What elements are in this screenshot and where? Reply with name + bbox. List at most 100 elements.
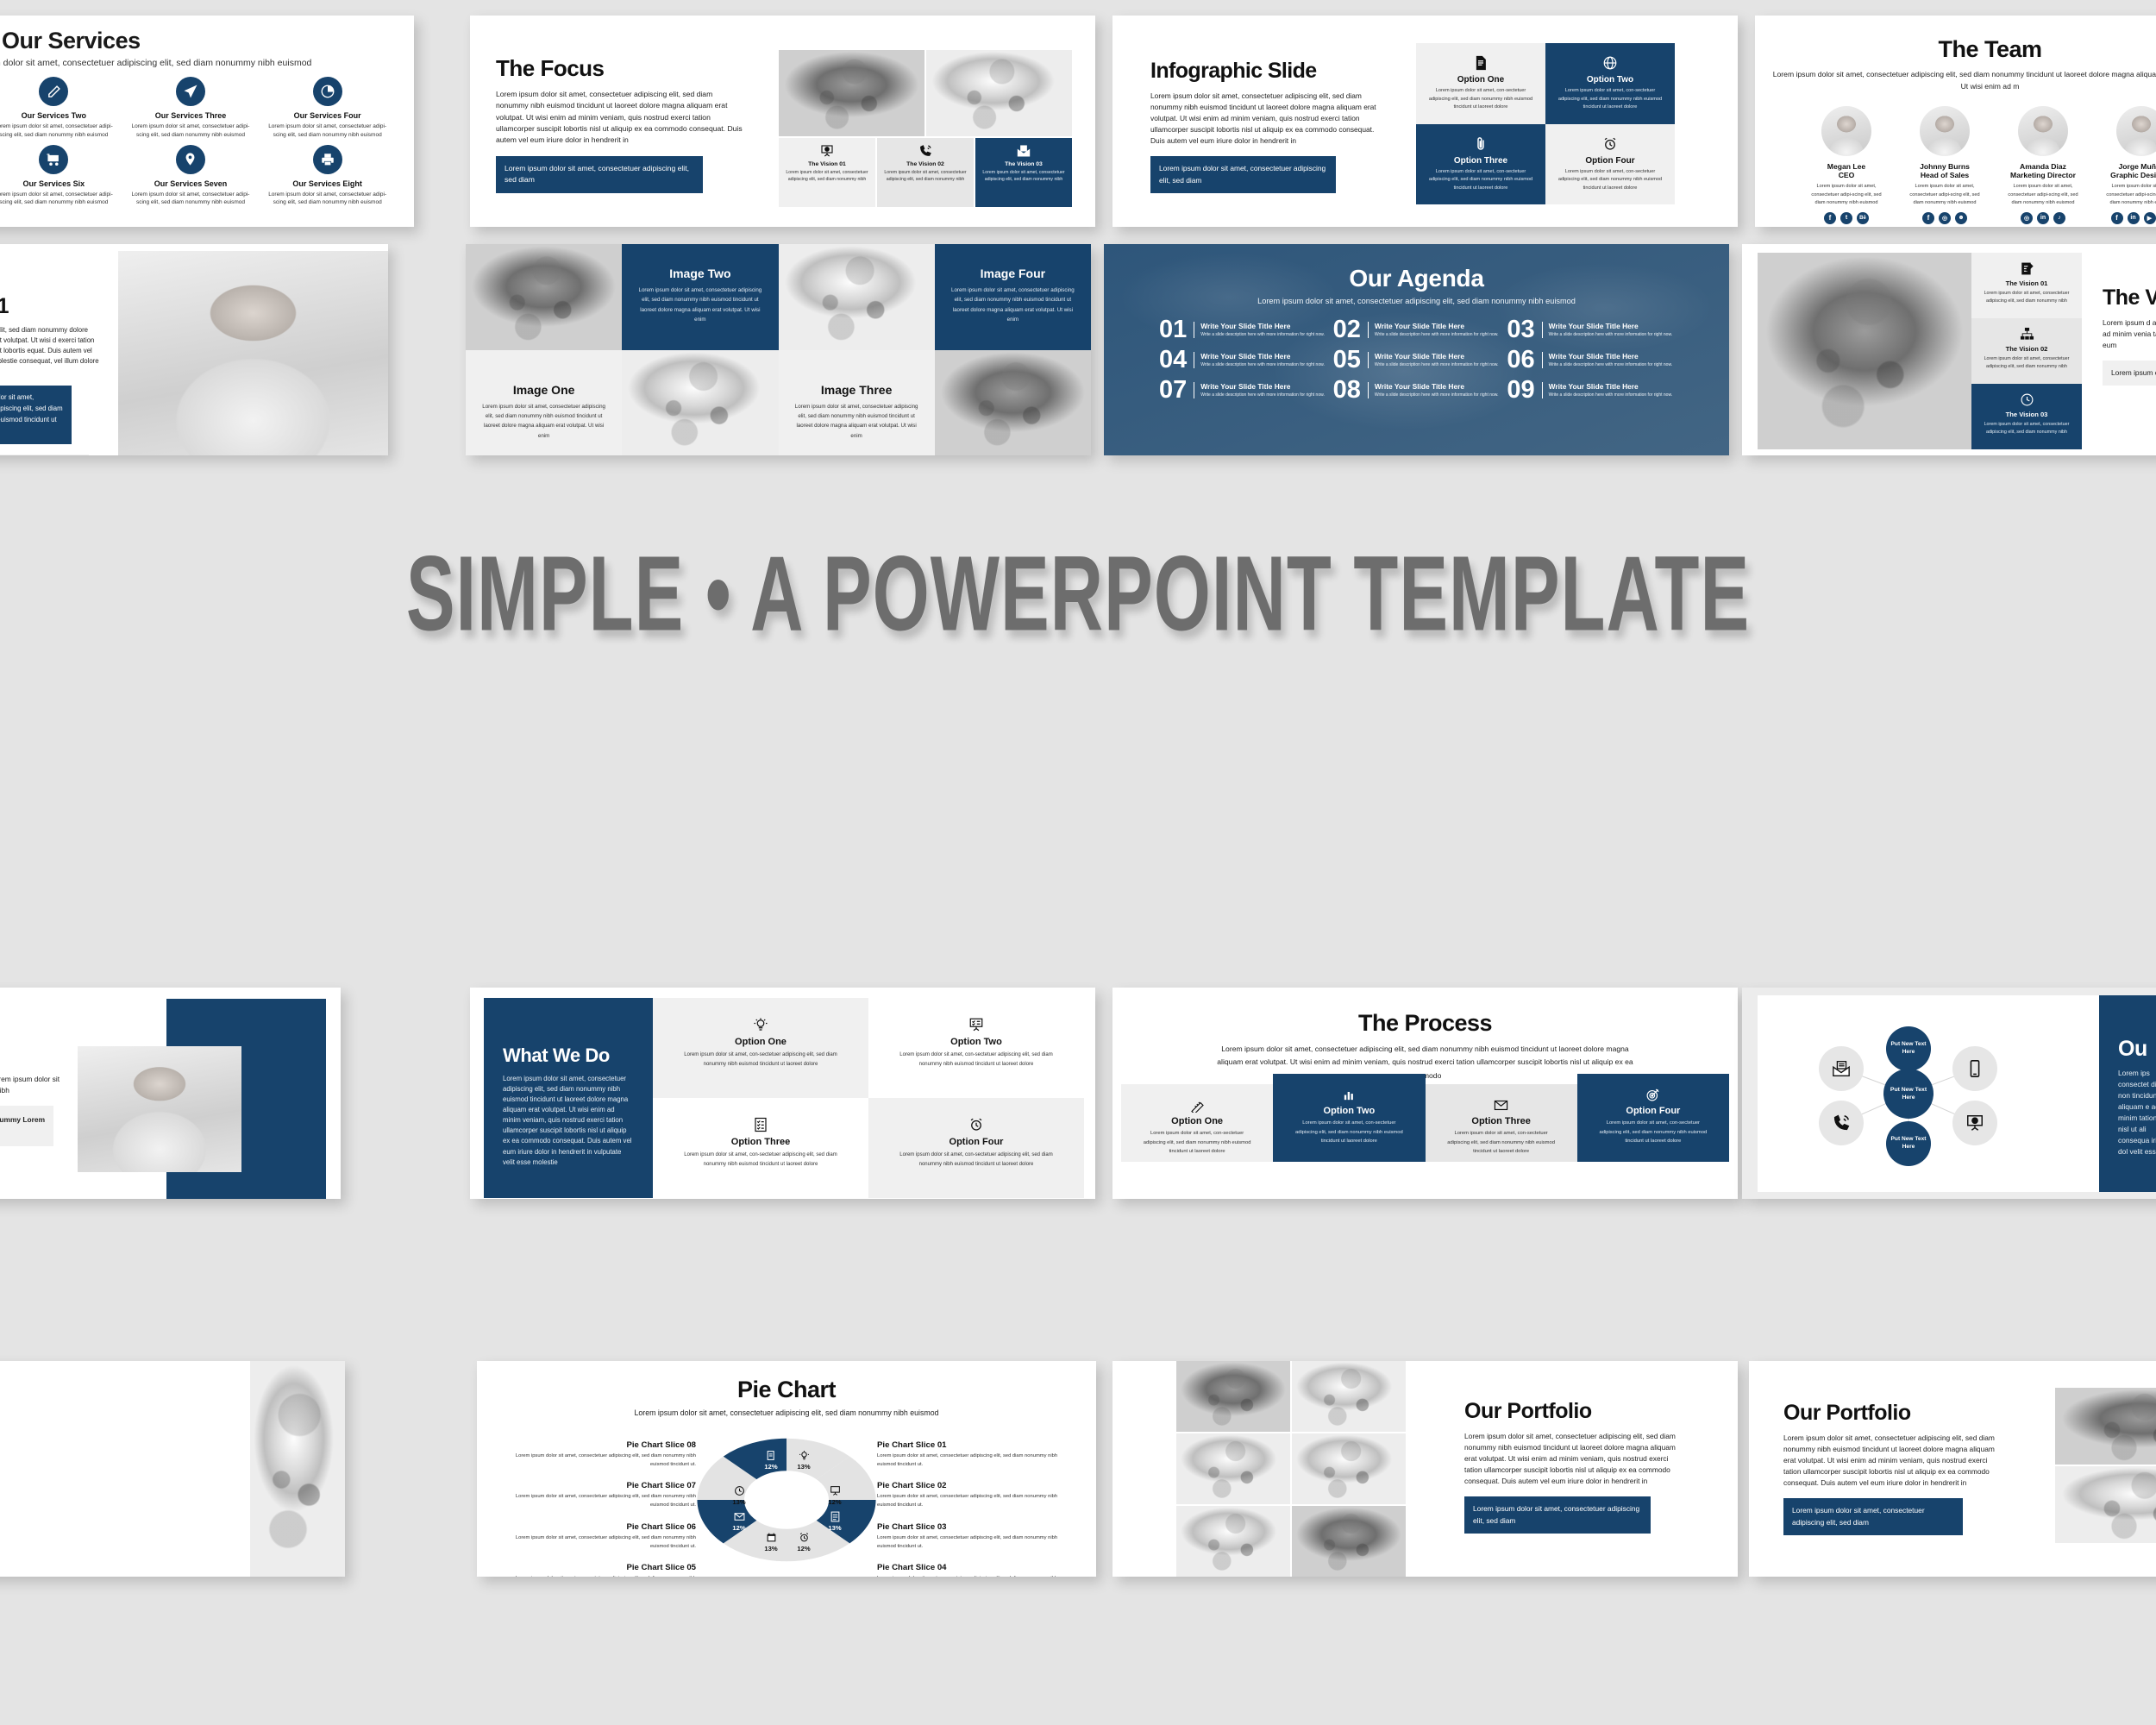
twitter-icon[interactable]: t — [1840, 211, 1852, 224]
pie-slice-01[interactable]: 13% — [789, 1450, 818, 1471]
option-card[interactable]: Option Three Lorem ipsum dolor sit amet,… — [1416, 123, 1545, 204]
team-member[interactable]: Jorge Muñoz Graphic Designer Lorem ipsum… — [2102, 106, 2156, 224]
slide-the-vision[interactable]: The Vision 01 Lorem ipsum dolor sit amet… — [1742, 244, 2156, 455]
vision-card[interactable]: The Vision 01 Lorem ipsum dolor sit amet… — [1971, 253, 2082, 318]
team-member[interactable]: Amanda Diaz Marketing Director Lorem ips… — [2003, 106, 2083, 224]
slide-the-focus[interactable]: The Focus Lorem ipsum dolor sit amet, co… — [470, 16, 1095, 227]
presentation-chart-icon[interactable] — [1952, 1101, 1997, 1145]
pie-slice-07[interactable]: 13% — [724, 1485, 754, 1506]
agenda-item[interactable]: 03 Write Your Slide Title Here Write a s… — [1507, 317, 1674, 342]
slide-our-services[interactable]: Our Services Lorem ipsum dolor sit amet,… — [0, 16, 414, 227]
pie-slice-04[interactable]: 12% — [789, 1532, 818, 1552]
agenda-item[interactable]: 07 Write Your Slide Title Here Write a s… — [1159, 378, 1326, 403]
vision-card[interactable]: The Vision 02 Lorem ipsum dolor sit amet… — [1971, 318, 2082, 384]
pie-legend-item[interactable]: Pie Chart Slice 04 Lorem ipsum dolor sit… — [877, 1563, 1075, 1577]
agenda-item[interactable]: 09 Write Your Slide Title Here Write a s… — [1507, 378, 1674, 403]
agenda-item[interactable]: 01 Write Your Slide Title Here Write a s… — [1159, 317, 1326, 342]
service-item[interactable]: Our Services Three Lorem ipsum dolor sit… — [127, 77, 255, 140]
slide-infographic[interactable]: Infographic Slide Lorem ipsum dolor sit … — [1112, 16, 1738, 227]
agenda-item[interactable]: 05 Write Your Slide Title Here Write a s… — [1333, 348, 1501, 373]
member-bio: Lorem ipsum dolor sit amet, consectetuer… — [2106, 184, 2156, 206]
pie-legend-item[interactable]: Pie Chart Slice 08 Lorem ipsum dolor sit… — [498, 1440, 696, 1469]
slide-image-grid[interactable]: Image Two Lorem ipsum dolor sit amet, co… — [466, 244, 1091, 455]
pie-slice-value: 13% — [828, 1524, 842, 1532]
linkedin-icon[interactable]: in — [2127, 211, 2140, 224]
slide-pie-chart[interactable]: Pie Chart Lorem ipsum dolor sit amet, co… — [477, 1361, 1096, 1577]
process-card[interactable]: Option Three Lorem ipsum dolor sit amet,… — [1425, 1084, 1577, 1162]
presentation-chart-icon — [820, 144, 834, 158]
vision-card[interactable]: The Vision 01 Lorem ipsum dolor sit amet… — [779, 138, 875, 207]
option-card[interactable]: Option One Lorem ipsum dolor sit amet, c… — [653, 998, 868, 1098]
vision-card[interactable]: The Vision 03 Lorem ipsum dolor sit amet… — [1971, 384, 2082, 449]
slide-the-team[interactable]: The Team Lorem ipsum dolor sit amet, con… — [1755, 16, 2156, 227]
agenda-item[interactable]: 04 Write Your Slide Title Here Write a s… — [1159, 348, 1326, 373]
pie-legend-item[interactable]: Pie Chart Slice 07 Lorem ipsum dolor sit… — [498, 1481, 696, 1509]
mobile-phone-icon[interactable] — [1952, 1046, 1997, 1091]
service-item[interactable]: Our Services Eight Lorem ipsum dolor sit… — [263, 144, 392, 208]
instagram-icon[interactable]: ◎ — [2021, 211, 2033, 224]
vision-card[interactable]: The Vision 03 Lorem ipsum dolor sit amet… — [975, 138, 1072, 207]
team-member[interactable]: Megan Lee CEO Lorem ipsum dolor sit amet… — [1807, 106, 1886, 224]
vision-card[interactable]: The Vision 02 Lorem ipsum dolor sit amet… — [877, 138, 974, 207]
option-card[interactable]: Option Three Lorem ipsum dolor sit amet,… — [653, 1098, 868, 1198]
hub-node-bottom[interactable]: Put New Text Here — [1886, 1121, 1931, 1166]
image-card-one[interactable]: Image One Lorem ipsum dolor sit amet, co… — [466, 349, 623, 455]
pie-slice-06[interactable]: 12% — [724, 1511, 754, 1532]
image-card-four[interactable]: Image Four Lorem ipsum dolor sit amet, c… — [934, 244, 1091, 350]
agenda-item-title: Write Your Slide Title Here — [1374, 381, 1465, 391]
pie-slice-08[interactable]: 12% — [756, 1450, 786, 1471]
snapchat-icon[interactable]: ☻ — [1955, 211, 1967, 224]
team-member[interactable]: Johnny Burns Head of Sales Lorem ipsum d… — [1905, 106, 1984, 224]
slide-slide-1[interactable]: Slide 1 ctetuer adipiscing elit, sed dia… — [0, 244, 388, 455]
slide-our-portfolio-b[interactable]: Our Portfolio Lorem ipsum dolor sit amet… — [1749, 1361, 2156, 1577]
agenda-item[interactable]: 02 Write Your Slide Title Here Write a s… — [1333, 317, 1501, 342]
service-item[interactable]: Our Services Four Lorem ipsum dolor sit … — [263, 77, 392, 140]
tiktok-icon[interactable]: ♪ — [2053, 211, 2065, 224]
youtube-icon[interactable]: ▶ — [2143, 211, 2156, 224]
hub-node-center[interactable]: Put New Text Here — [1883, 1069, 1934, 1119]
image-card-three[interactable]: Image Three Lorem ipsum dolor sit amet, … — [778, 349, 935, 455]
photo-sundae-cups — [466, 244, 623, 350]
process-card[interactable]: Option One Lorem ipsum dolor sit amet, c… — [1121, 1084, 1274, 1162]
service-item[interactable]: Our Services Seven Lorem ipsum dolor sit… — [127, 144, 255, 208]
slide-our-portfolio-a[interactable]: Our Portfolio Lorem ipsum dolor sit amet… — [1112, 1361, 1738, 1577]
linkedin-icon[interactable]: in — [2037, 211, 2049, 224]
option-card[interactable]: Option Four Lorem ipsum dolor sit amet, … — [1545, 123, 1675, 204]
image-card-two[interactable]: Image Two Lorem ipsum dolor sit amet, co… — [622, 244, 779, 350]
lightbulb-icon — [753, 1017, 768, 1032]
process-card[interactable]: Option Four Lorem ipsum dolor sit amet, … — [1576, 1074, 1729, 1162]
option-card[interactable]: Option One Lorem ipsum dolor sit amet, c… — [1416, 43, 1545, 124]
phone-ring-icon[interactable] — [1819, 1101, 1864, 1145]
pie-legend-item[interactable]: Pie Chart Slice 06 Lorem ipsum dolor sit… — [498, 1522, 696, 1551]
agenda-item[interactable]: 06 Write Your Slide Title Here Write a s… — [1507, 348, 1674, 373]
process-card[interactable]: Option Two Lorem ipsum dolor sit amet, c… — [1273, 1074, 1426, 1162]
slide-welcome[interactable]: me met, consectetuer adipiscing y Lorem … — [0, 988, 341, 1199]
option-card[interactable]: Option Two Lorem ipsum dolor sit amet, c… — [868, 998, 1084, 1098]
facebook-icon[interactable]: f — [2110, 211, 2123, 224]
agenda-item-title: Write Your Slide Title Here — [1374, 321, 1465, 330]
pie-slice-03[interactable]: 13% — [820, 1511, 849, 1532]
open-envelope-icon[interactable] — [1819, 1046, 1864, 1091]
slide-cover[interactable]: simple A Minimalist Presentation Templat… — [0, 1361, 345, 1577]
hub-node-top[interactable]: Put New Text Here — [1886, 1026, 1931, 1071]
service-item[interactable]: Our Services Two Lorem ipsum dolor sit a… — [0, 77, 118, 140]
option-card[interactable]: Option Four Lorem ipsum dolor sit amet, … — [868, 1098, 1084, 1198]
service-item[interactable]: Our Services Six Lorem ipsum dolor sit a… — [0, 144, 118, 208]
facebook-icon[interactable]: f — [1922, 211, 1934, 224]
option-card[interactable]: Option Two Lorem ipsum dolor sit amet, c… — [1545, 43, 1675, 124]
pie-legend-item[interactable]: Pie Chart Slice 05 Lorem ipsum dolor sit… — [498, 1563, 696, 1577]
slide-hub-diagram[interactable]: Put New Text Here Put New Text Here Put … — [1742, 988, 2156, 1199]
slide-our-agenda[interactable]: Our Agenda Lorem ipsum dolor sit amet, c… — [1104, 244, 1729, 455]
slide-the-process[interactable]: The Process Lorem ipsum dolor sit amet, … — [1112, 988, 1738, 1199]
slide-what-we-do[interactable]: What We Do Lorem ipsum dolor sit amet, c… — [470, 988, 1095, 1199]
facebook-icon[interactable]: f — [1824, 211, 1836, 224]
pie-legend-item[interactable]: Pie Chart Slice 02 Lorem ipsum dolor sit… — [877, 1481, 1075, 1509]
behance-icon[interactable]: Bē — [1857, 211, 1869, 224]
alarm-clock-icon — [968, 1117, 984, 1132]
pie-slice-05[interactable]: 13% — [756, 1532, 786, 1552]
agenda-item[interactable]: 08 Write Your Slide Title Here Write a s… — [1333, 378, 1501, 403]
pie-legend-item[interactable]: Pie Chart Slice 01 Lorem ipsum dolor sit… — [877, 1440, 1075, 1469]
pie-legend-item[interactable]: Pie Chart Slice 03 Lorem ipsum dolor sit… — [877, 1522, 1075, 1551]
instagram-icon[interactable]: ◎ — [1939, 211, 1951, 224]
pie-slice-02[interactable]: 12% — [820, 1485, 849, 1506]
